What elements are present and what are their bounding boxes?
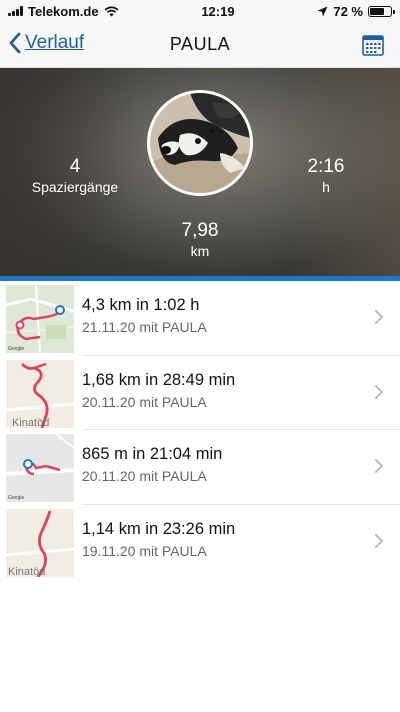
walk-row[interactable]: Google 4,3 km in 1:02 h 21.11.20 mit PAU… — [0, 281, 400, 356]
dog-avatar[interactable] — [147, 90, 253, 196]
battery-icon — [367, 5, 395, 17]
route-map-thumbnail: Google — [6, 434, 74, 502]
time-stat: 2:16 h — [296, 156, 356, 196]
route-map-thumbnail: Kinatöd — [6, 359, 74, 428]
calendar-icon[interactable] — [362, 34, 384, 56]
total-time: 2:16 — [307, 156, 345, 177]
battery-percent: 72 % — [333, 3, 363, 19]
map-place-label: Kinatöd — [8, 566, 45, 577]
svg-text:Google: Google — [8, 495, 24, 501]
walk-subtitle: 19.11.20 mit PAULA — [82, 542, 207, 559]
distance-unit: km — [190, 243, 210, 259]
walk-subtitle: 20.11.20 mit PAULA — [82, 393, 207, 410]
page-title: PAULA — [169, 34, 231, 54]
dog-photo — [150, 93, 250, 193]
walk-row[interactable]: Google 865 m in 21:04 min 20.11.20 mit P… — [0, 430, 400, 505]
route-map-thumbnail: Google — [6, 285, 74, 353]
walk-row[interactable]: Kinatöd 1,68 km in 28:49 min 20.11.20 mi… — [0, 356, 400, 430]
status-bar: Telekom.de 12:19 72 % — [0, 0, 400, 22]
signal-icon — [8, 6, 23, 16]
walks-stat: 4 Spaziergänge — [20, 156, 130, 196]
clock: 12:19 — [201, 3, 235, 19]
chevron-left-icon — [9, 32, 21, 54]
walk-title: 1,68 km in 28:49 min — [82, 370, 236, 389]
back-button[interactable]: Verlauf — [8, 32, 84, 54]
walks-label: Spaziergänge — [31, 179, 119, 195]
map-place-label: Kinatöd — [12, 417, 49, 428]
chevron-right-icon — [375, 384, 384, 399]
total-distance: 7,98 — [181, 220, 219, 241]
wifi-icon — [104, 6, 118, 16]
navigation-bar: Verlauf PAULA — [0, 22, 400, 68]
carrier-label: Telekom.de — [28, 3, 99, 19]
route-map-thumbnail: Kinatöd — [6, 508, 74, 577]
chevron-right-icon — [375, 459, 384, 473]
walk-title: 4,3 km in 1:02 h — [82, 296, 200, 314]
chevron-right-icon — [375, 310, 384, 324]
walk-row[interactable]: Kinatöd 1,14 km in 23:26 min 19.11.20 mi… — [0, 505, 400, 580]
back-label: Verlauf — [25, 32, 85, 53]
walk-subtitle: 21.11.20 mit PAULA — [82, 319, 207, 335]
summary-header: 4 Spaziergänge 2:16 h 7,98 km — [0, 68, 400, 276]
chevron-right-icon — [375, 533, 384, 548]
walk-subtitle: 20.11.20 mit PAULA — [82, 468, 207, 484]
location-arrow-icon — [317, 6, 328, 16]
walk-title: 865 m in 21:04 min — [82, 445, 223, 463]
walk-list: Google 4,3 km in 1:02 h 21.11.20 mit PAU… — [0, 281, 400, 579]
time-unit: h — [322, 179, 330, 195]
walk-title: 1,14 km in 23:26 min — [82, 519, 236, 538]
walks-count: 4 — [69, 156, 81, 177]
svg-text:Google: Google — [8, 346, 24, 352]
distance-stat: 7,98 km — [160, 220, 240, 260]
